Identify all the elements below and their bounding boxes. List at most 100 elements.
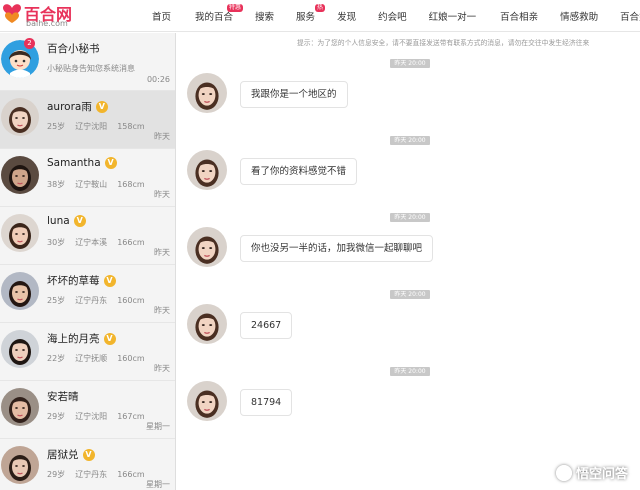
nav-item[interactable]: 约会吧 <box>378 7 407 23</box>
nav-item[interactable]: 百合婚礼 <box>620 7 640 23</box>
sender-avatar[interactable] <box>187 304 227 344</box>
vip-icon: V <box>104 157 117 169</box>
nav-item[interactable]: 红娘一对一 <box>429 7 477 23</box>
message-timestamp: 昨天 20:00 <box>390 367 430 376</box>
contact-info: 小秘贴身告知您系统消息 <box>47 63 145 74</box>
logo-hearts-icon <box>3 4 21 23</box>
contact-name: 安若晴 <box>47 391 79 403</box>
unread-badge: 2 <box>24 38 35 49</box>
nav-item[interactable]: 百合相亲 <box>500 7 538 23</box>
contact-info: 22岁 辽宁抚顺 160cm <box>47 353 155 364</box>
wukong-logo-icon <box>555 465 572 481</box>
contact-list: 2 百合小秘书 小秘贴身告知您系统消息 00:26 aurora雨 V 25岁 辽宁沈阳 158… <box>0 33 176 490</box>
contact-item[interactable]: 坏坏的草莓 V 25岁 辽宁丹东 160cm 昨天 <box>0 265 175 323</box>
contact-name-line: luna V <box>47 215 86 227</box>
contact-item[interactable]: 安若晴 29岁 辽宁沈阳 167cm 星期一 <box>0 381 175 439</box>
logo-text-en: baihe.com <box>26 19 68 28</box>
vip-icon: V <box>103 275 116 287</box>
contact-height: 160cm <box>117 296 145 305</box>
contact-city: 辽宁沈阳 <box>75 122 108 131</box>
contact-age: 29岁 <box>47 470 66 479</box>
nav-item-label: 百合相亲 <box>500 12 539 23</box>
contact-name: luna <box>47 215 70 227</box>
nav-item-label: 百合婚礼 <box>620 12 640 23</box>
contact-info: 30岁 辽宁本溪 166cm <box>47 237 155 248</box>
contact-age: 30岁 <box>47 238 66 247</box>
vip-icon: V <box>103 333 116 345</box>
contact-age: 38岁 <box>47 180 66 189</box>
contact-city: 辽宁丹东 <box>75 470 108 479</box>
contact-last-time: 昨天 <box>154 306 170 315</box>
safety-notice: 提示：为了您的个人信息安全，请不要直接发送带有联系方式的消息，请勿在交往中发生经… <box>297 39 590 47</box>
contact-age: 22岁 <box>47 354 66 363</box>
contact-height: 166cm <box>117 470 145 479</box>
contact-height: 158cm <box>117 122 145 131</box>
contact-info: 25岁 辽宁丹东 160cm <box>47 295 155 306</box>
contact-age: 29岁 <box>47 412 66 421</box>
main-nav: 首页 我的百合特惠搜索 服务热发现 约会吧 红娘一对一 百合相亲 情感救助 百合婚礼 <box>152 0 640 30</box>
contact-age: 25岁 <box>47 122 66 131</box>
nav-item[interactable]: 发现 <box>337 7 356 23</box>
contact-name-line: Samantha V <box>47 157 117 169</box>
contact-item[interactable]: 2 百合小秘书小秘贴身告知您系统消息 00:26 <box>0 33 175 91</box>
contact-item[interactable]: Samantha V 38岁 辽宁鞍山 168cm 昨天 <box>0 149 175 207</box>
contact-name: 海上的月亮 <box>47 333 100 345</box>
contact-avatar <box>1 214 39 252</box>
contact-name-line: 坏坏的草莓 V <box>47 273 116 288</box>
message-timestamp: 昨天 20:00 <box>390 136 430 145</box>
contact-info: 25岁 辽宁沈阳 158cm <box>47 121 155 132</box>
message-timestamp: 昨天 20:00 <box>390 290 430 299</box>
contact-city: 辽宁丹东 <box>75 296 108 305</box>
contact-avatar <box>1 446 39 484</box>
nav-item-label: 发现 <box>337 12 357 23</box>
contact-name-line: aurora雨 V <box>47 99 108 114</box>
contact-last-time: 00:26 <box>146 75 170 84</box>
nav-item-label: 首页 <box>152 12 172 23</box>
sender-avatar[interactable] <box>187 381 227 421</box>
nav-item-label: 红娘一对一 <box>428 12 477 23</box>
nav-item-label: 搜索 <box>255 12 275 23</box>
contact-last-time: 昨天 <box>154 190 170 199</box>
nav-item-label: 服务 <box>296 12 316 23</box>
contact-last-time: 星期一 <box>146 480 170 489</box>
nav-item-label: 情感救助 <box>560 12 599 23</box>
nav-badge: 热 <box>315 4 326 12</box>
contact-city: 辽宁本溪 <box>75 238 108 247</box>
nav-item[interactable]: 首页 <box>152 7 171 23</box>
nav-item[interactable]: 我的百合 特惠 <box>195 4 244 23</box>
chat-pane: 提示：为了您的个人信息安全，请不要直接发送带有联系方式的消息，请勿在交往中发生经… <box>177 33 640 490</box>
baihe-logo[interactable]: 百合网 baihe.com <box>0 0 82 30</box>
contact-item[interactable]: 海上的月亮 V 22岁 辽宁抚顺 160cm 昨天 <box>0 323 175 381</box>
sender-avatar[interactable] <box>187 73 227 113</box>
nav-item[interactable]: 情感救助 <box>560 7 598 23</box>
contact-last-time: 昨天 <box>154 132 170 141</box>
contact-item[interactable]: aurora雨 V 25岁 辽宁沈阳 158cm 昨天 <box>0 91 175 149</box>
message-bubble: 24667 <box>240 312 293 339</box>
contact-avatar <box>1 388 39 426</box>
contact-avatar <box>1 98 39 136</box>
sender-avatar[interactable] <box>187 227 227 267</box>
watermark-text: 悟空问答 <box>575 467 628 482</box>
contact-city: 辽宁鞍山 <box>75 180 108 189</box>
contact-city: 辽宁沈阳 <box>75 412 108 421</box>
message-bubble: 81794 <box>240 389 293 416</box>
contact-item[interactable]: luna V 30岁 辽宁本溪 166cm 昨天 <box>0 207 175 265</box>
contact-name-line: 海上的月亮 V <box>47 331 116 346</box>
contact-item[interactable]: 居狱兑 V 29岁 辽宁丹东 166cm 星期一 <box>0 439 175 490</box>
message-bubble: 你也没另一半的话，加我微信一起聊聊吧 <box>240 235 434 262</box>
contact-name: 百合小秘书 <box>47 43 100 55</box>
contact-name: 居狱兑 <box>47 449 79 461</box>
contact-height: 160cm <box>117 354 145 363</box>
sender-avatar[interactable] <box>187 150 227 190</box>
watermark: 悟空问答 <box>555 463 628 482</box>
vip-icon: V <box>82 449 95 461</box>
nav-item[interactable]: 搜索 <box>255 7 274 23</box>
nav-item-label: 我的百合 <box>195 12 234 23</box>
message-bubble: 我跟你是一个地区的 <box>240 81 348 108</box>
message-timestamp: 昨天 20:00 <box>390 213 430 222</box>
contact-city: 辽宁抚顺 <box>75 354 108 363</box>
contact-height: 167cm <box>117 412 145 421</box>
nav-item[interactable]: 服务热 <box>296 4 326 23</box>
contact-name: Samantha <box>47 157 101 169</box>
contact-name: aurora雨 <box>47 101 92 113</box>
